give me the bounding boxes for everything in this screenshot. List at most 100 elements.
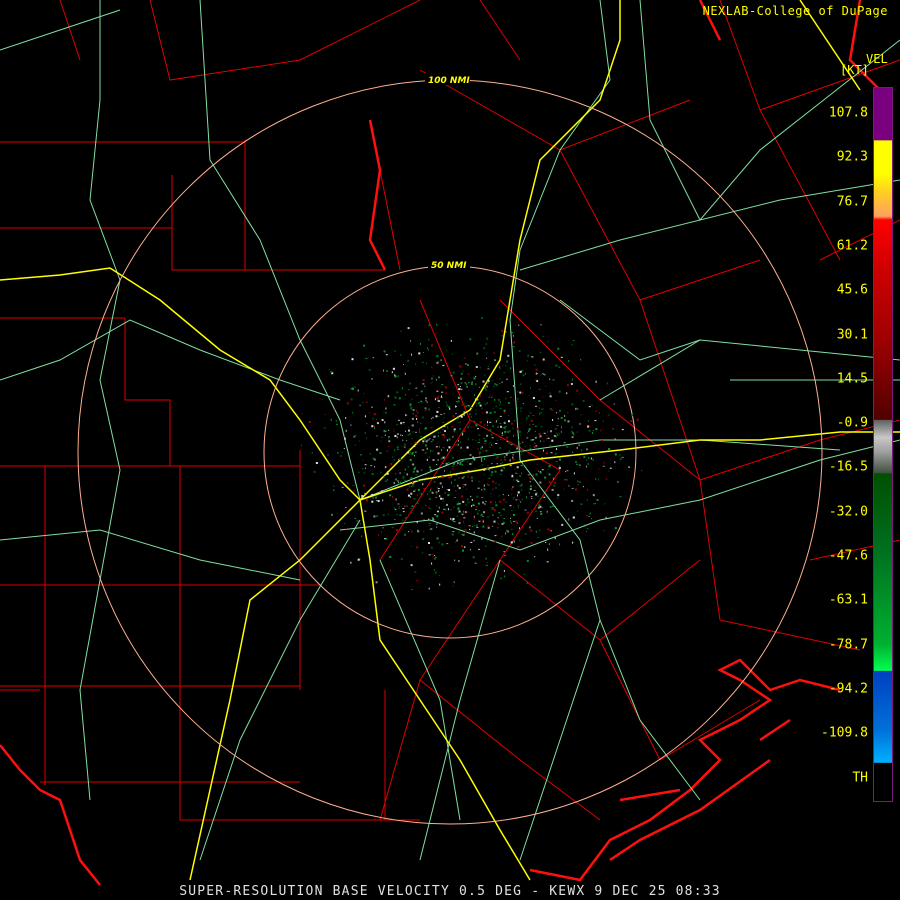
velocity-echo-speckle (517, 407, 519, 410)
velocity-echo-speckle (384, 538, 386, 540)
velocity-echo-speckle (497, 522, 499, 524)
velocity-echo-speckle (383, 411, 385, 413)
velocity-echo-speckle (311, 451, 313, 454)
velocity-echo-speckle (428, 490, 430, 493)
velocity-echo-speckle (530, 496, 533, 498)
velocity-echo-speckle (384, 421, 386, 424)
velocity-echo-speckle (558, 366, 561, 368)
velocity-echo-speckle (453, 506, 455, 508)
velocity-echo-speckle (485, 343, 487, 346)
velocity-echo-speckle (417, 488, 420, 491)
velocity-echo-speckle (411, 399, 413, 401)
velocity-echo-speckle (387, 471, 389, 473)
velocity-echo-speckle (471, 439, 474, 441)
velocity-echo-speckle (557, 434, 559, 436)
velocity-echo-speckle (414, 451, 417, 453)
velocity-echo-speckle (512, 335, 514, 337)
velocity-echo-speckle (480, 394, 482, 397)
velocity-echo-speckle (550, 530, 552, 532)
velocity-echo-speckle (519, 383, 522, 385)
velocity-echo-speckle (606, 478, 608, 481)
velocity-echo-speckle (396, 391, 399, 394)
velocity-echo-speckle (531, 427, 533, 429)
velocity-echo-speckle (466, 498, 469, 501)
velocity-echo-speckle (469, 463, 472, 465)
velocity-echo-speckle (535, 405, 537, 407)
velocity-echo-speckle (510, 528, 513, 530)
velocity-echo-speckle (375, 496, 378, 499)
velocity-echo-speckle (426, 401, 428, 403)
velocity-echo-speckle (421, 469, 423, 472)
velocity-echo-speckle (477, 487, 480, 489)
velocity-echo-speckle (429, 324, 431, 326)
velocity-echo-speckle (423, 487, 426, 490)
velocity-echo-speckle (419, 342, 421, 345)
velocity-echo-speckle (409, 382, 412, 385)
velocity-echo-speckle (438, 376, 440, 379)
velocity-echo-speckle (516, 479, 519, 481)
velocity-echo-speckle (409, 403, 412, 406)
velocity-echo-speckle (450, 475, 452, 478)
velocity-echo-speckle (488, 396, 491, 398)
velocity-echo-speckle (630, 420, 633, 422)
velocity-echo-speckle (619, 453, 621, 456)
velocity-echo-speckle (521, 472, 522, 475)
velocity-echo-speckle (520, 370, 523, 372)
velocity-echo-speckle (441, 391, 444, 393)
velocity-echo-speckle (399, 458, 402, 460)
velocity-echo-speckle (428, 498, 431, 501)
velocity-echo-speckle (492, 425, 494, 427)
velocity-echo-speckle (458, 531, 460, 534)
velocity-echo-speckle (631, 414, 634, 417)
velocity-echo-speckle (555, 461, 558, 462)
legend-label: 30.1 (836, 327, 868, 342)
velocity-echo-speckle (586, 498, 588, 501)
velocity-echo-speckle (508, 442, 511, 445)
velocity-echo-speckle (513, 570, 515, 572)
velocity-echo-speckle (421, 401, 423, 403)
velocity-echo-speckle (417, 412, 419, 414)
velocity-echo-speckle (535, 445, 538, 447)
velocity-echo-speckle (432, 556, 434, 558)
velocity-echo-speckle (371, 406, 373, 408)
velocity-echo-speckle (484, 443, 486, 444)
velocity-echo-speckle (394, 435, 397, 437)
velocity-echo-speckle (415, 431, 417, 433)
velocity-echo-speckle (382, 527, 385, 529)
velocity-echo-speckle (470, 526, 472, 528)
velocity-echo-speckle (621, 429, 624, 431)
velocity-echo-speckle (470, 416, 472, 418)
velocity-echo-speckle (562, 364, 564, 366)
velocity-echo-speckle (382, 514, 385, 516)
velocity-echo-speckle (577, 510, 578, 512)
velocity-echo-speckle (500, 469, 503, 472)
velocity-echo-speckle (432, 375, 434, 377)
velocity-echo-speckle (562, 453, 563, 455)
velocity-echo-speckle (444, 386, 447, 389)
velocity-echo-speckle (567, 412, 569, 414)
velocity-echo-speckle (458, 439, 459, 442)
velocity-echo-speckle (426, 408, 428, 410)
velocity-echo-speckle (506, 529, 508, 532)
velocity-echo-speckle (539, 435, 542, 438)
velocity-echo-speckle (337, 451, 339, 454)
velocity-echo-speckle (478, 434, 481, 436)
velocity-echo-speckle (388, 436, 390, 438)
velocity-echo-speckle (571, 403, 574, 406)
velocity-echo-speckle (434, 555, 436, 556)
velocity-echo-speckle (494, 482, 497, 484)
velocity-echo-speckle (388, 438, 390, 440)
velocity-echo-speckle (528, 491, 530, 494)
velocity-echo-speckle (482, 515, 484, 517)
velocity-echo-speckle (535, 379, 538, 381)
velocity-echo-speckle (485, 501, 487, 502)
velocity-echo-speckle (422, 438, 424, 440)
velocity-echo-speckle (446, 503, 448, 506)
velocity-echo-speckle (383, 350, 386, 353)
velocity-echo-speckle (547, 431, 549, 433)
velocity-echo-speckle (550, 452, 553, 454)
velocity-echo-speckle (418, 352, 421, 355)
velocity-echo-speckle (526, 582, 528, 584)
velocity-echo-speckle (535, 510, 537, 512)
legend-unit: [KT] (840, 63, 869, 77)
